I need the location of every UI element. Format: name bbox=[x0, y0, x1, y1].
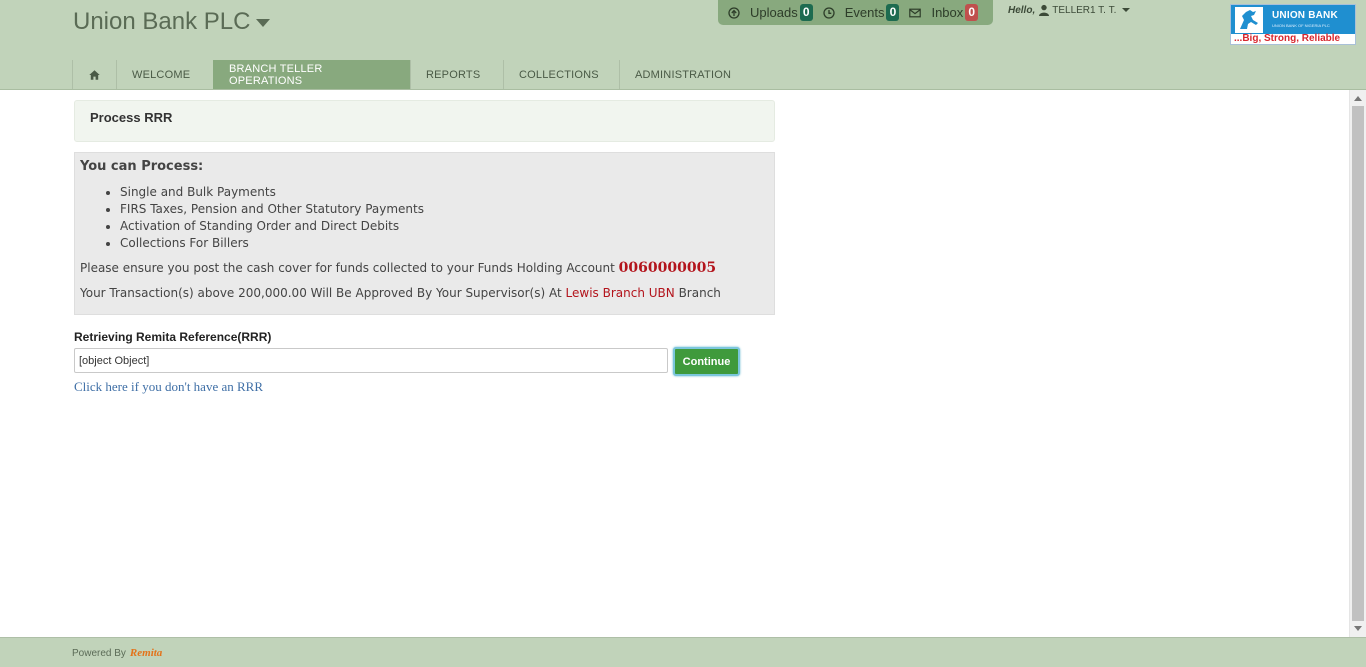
logo-banner: UNION BANK UNION BANK OF NIGERIA PLC bbox=[1231, 5, 1355, 34]
greeting: Hello, bbox=[1008, 4, 1036, 16]
process-list: Single and Bulk Payments FIRS Taxes, Pen… bbox=[105, 184, 769, 252]
cash-cover-text: Please ensure you post the cash cover fo… bbox=[80, 261, 615, 275]
notification-bar: Uploads 0 Events 0 Inbox 0 bbox=[718, 0, 993, 25]
cash-cover-notice: Please ensure you post the cash cover fo… bbox=[80, 260, 769, 277]
envelope-icon bbox=[909, 8, 922, 17]
tab-administration[interactable]: ADMINISTRATION bbox=[619, 60, 746, 89]
user-menu[interactable]: Hello, TELLER1 T. T. bbox=[1008, 4, 1131, 16]
uploads-count-badge: 0 bbox=[799, 4, 813, 21]
list-item: Activation of Standing Order and Direct … bbox=[105, 218, 769, 235]
scroll-up-icon[interactable] bbox=[1354, 96, 1362, 101]
user-icon bbox=[1039, 4, 1050, 16]
page-title: Process RRR bbox=[74, 100, 775, 142]
no-rrr-link[interactable]: Click here if you don't have an RRR bbox=[74, 379, 263, 395]
rrr-input[interactable] bbox=[74, 348, 668, 373]
tab-branch-teller-operations[interactable]: BRANCH TELLER OPERATIONS bbox=[213, 60, 410, 89]
horse-logo-icon bbox=[1235, 7, 1263, 33]
scroll-down-icon[interactable] bbox=[1354, 626, 1362, 631]
inbox-notification[interactable]: Inbox 0 bbox=[909, 4, 979, 21]
uploads-label: Uploads bbox=[750, 5, 798, 20]
clock-icon bbox=[823, 6, 835, 19]
logo-subtitle: UNION BANK OF NIGERIA PLC bbox=[1272, 23, 1330, 28]
list-item: FIRS Taxes, Pension and Other Statutory … bbox=[105, 201, 769, 218]
uploads-notification[interactable]: Uploads 0 bbox=[728, 4, 813, 21]
user-name: TELLER1 T. T. bbox=[1052, 4, 1117, 16]
upload-icon bbox=[728, 6, 740, 19]
events-label: Events bbox=[844, 5, 885, 20]
remita-logo: Remita bbox=[129, 647, 163, 659]
tab-reports[interactable]: REPORTS bbox=[410, 60, 503, 89]
approval-suffix: Branch bbox=[678, 286, 721, 300]
main-nav: WELCOME BRANCH TELLER OPERATIONS REPORTS… bbox=[72, 60, 746, 89]
tab-welcome[interactable]: WELCOME bbox=[116, 60, 213, 89]
events-notification[interactable]: Events 0 bbox=[823, 4, 900, 21]
approval-prefix: Your Transaction(s) above 200,000.00 Wil… bbox=[80, 286, 562, 300]
continue-button[interactable]: Continue bbox=[673, 347, 740, 376]
vertical-scrollbar[interactable] bbox=[1349, 90, 1366, 637]
nav-home[interactable] bbox=[72, 60, 116, 89]
powered-by: Powered By Remita bbox=[72, 647, 162, 659]
tab-collections[interactable]: COLLECTIONS bbox=[503, 60, 619, 89]
logo-tagline: ...Big, Strong, Reliable bbox=[1234, 33, 1341, 44]
chevron-down-icon bbox=[256, 19, 271, 27]
scrollbar-thumb[interactable] bbox=[1352, 106, 1364, 621]
list-item: Single and Bulk Payments bbox=[105, 184, 769, 201]
process-info-panel: You can Process: Single and Bulk Payment… bbox=[74, 152, 775, 315]
list-item: Collections For Billers bbox=[105, 235, 769, 252]
chevron-down-icon bbox=[1122, 8, 1131, 12]
logo-bank-name: UNION BANK bbox=[1272, 10, 1338, 21]
footer: Powered By Remita bbox=[0, 637, 1366, 667]
powered-by-label: Powered By bbox=[72, 647, 126, 659]
brand-title: Union Bank PLC bbox=[73, 8, 251, 35]
union-bank-logo: UNION BANK UNION BANK OF NIGERIA PLC ...… bbox=[1230, 4, 1356, 45]
brand-menu[interactable]: Union Bank PLC bbox=[73, 8, 271, 36]
top-header: Union Bank PLC Uploads 0 Events 0 Inbox … bbox=[0, 0, 1366, 90]
inbox-label: Inbox bbox=[931, 5, 964, 20]
inbox-count-badge: 0 bbox=[965, 4, 979, 21]
info-heading: You can Process: bbox=[80, 159, 204, 174]
events-count-badge: 0 bbox=[886, 4, 900, 21]
branch-name: Lewis Branch UBN bbox=[565, 286, 675, 300]
home-icon bbox=[89, 69, 100, 80]
rrr-label: Retrieving Remita Reference(RRR) bbox=[74, 330, 272, 344]
funds-holding-account-number: 0060000005 bbox=[618, 260, 717, 276]
approval-notice: Your Transaction(s) above 200,000.00 Wil… bbox=[80, 285, 769, 302]
